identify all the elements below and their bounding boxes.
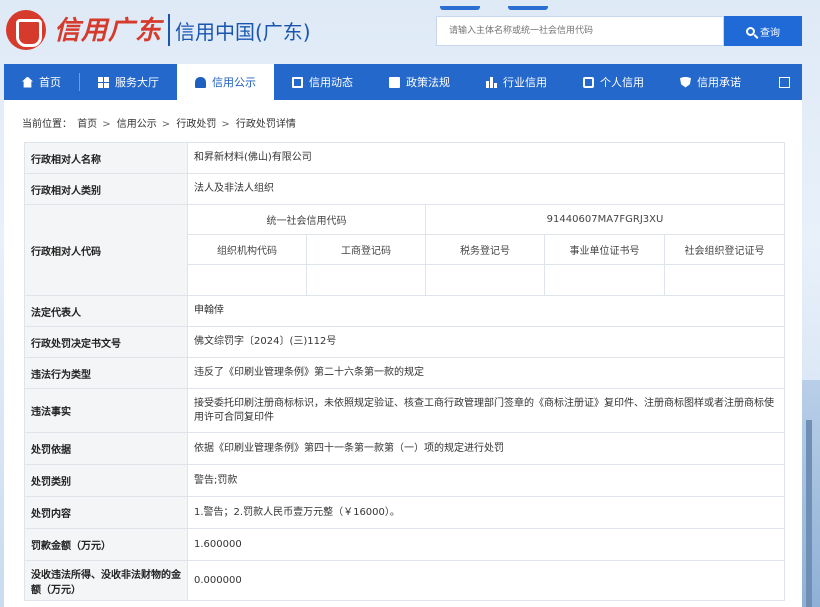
breadcrumb-current: 行政处罚详情 (235, 119, 296, 130)
institution-cert-header: 事业单位证书号 (544, 234, 665, 265)
nav-item-label: 信用动态 (309, 76, 353, 89)
content-label: 处罚内容 (24, 496, 188, 529)
nav-item-service-hall[interactable]: 服务大厅 (80, 64, 177, 100)
tax-reg-header: 税务登记号 (425, 234, 545, 265)
uscc-value: 91440607MA7FGRJ3XU (424, 204, 786, 235)
breadcrumb-prefix: 当前位置： (22, 119, 72, 130)
table-row: 违法行为类型 违反了《印刷业管理条例》第二十六条第一款的规定 (24, 357, 786, 389)
nav-item-personal-credit[interactable]: 个人信用 (565, 64, 662, 100)
basis-label: 处罚依据 (24, 432, 188, 465)
social-org-header: 社会组织登记证号 (663, 234, 786, 265)
search-input[interactable] (436, 16, 724, 46)
basis-value: 依据《印刷业管理条例》第四十一条第一款第（一）项的规定进行处罚 (186, 432, 786, 465)
nav-item-policies[interactable]: 政策法规 (371, 64, 468, 100)
nav-item-label: 首页 (39, 76, 61, 89)
table-row: 罚款金额（万元） 1.600000 (24, 528, 786, 561)
breadcrumb-separator: > (161, 119, 171, 130)
org-code-header: 组织机构代码 (187, 234, 307, 265)
nav-item-label: 个人信用 (600, 76, 644, 89)
legal-rep-label: 法定代表人 (24, 295, 188, 327)
nav-item-credit-disclosure[interactable]: 信用公示 (177, 64, 274, 100)
search-button[interactable]: 查询 (724, 16, 802, 46)
org-code-value (187, 264, 307, 296)
background-scenery (802, 380, 820, 607)
breadcrumb-separator: > (102, 119, 111, 130)
table-row: 处罚类别 警告;罚款 (24, 464, 786, 497)
nav-item-credit-commitment[interactable]: 信用承诺 (662, 64, 759, 100)
institution-cert-value (544, 264, 665, 296)
party-name-label: 行政相对人名称 (24, 142, 188, 174)
book-icon (389, 76, 400, 88)
person-icon (583, 76, 594, 88)
search-button-label: 查询 (760, 27, 780, 39)
credit-guangdong-logo-icon[interactable] (6, 10, 46, 50)
table-row: 没收违法所得、没收非法财物的金额（万元） 0.000000 (24, 560, 786, 601)
business-reg-header: 工商登记码 (306, 234, 426, 265)
table-row: 行政相对人名称 和昇新材料(佛山)有限公司 (24, 142, 786, 174)
category-label: 处罚类别 (24, 464, 188, 497)
social-org-value (663, 264, 786, 296)
confiscation-label: 没收违法所得、没收非法财物的金额（万元） (24, 560, 188, 601)
site-title[interactable]: 信用中国(广东) (175, 16, 311, 45)
site-header: 信用广东 信用中国(广东) 查询 (0, 0, 820, 62)
search-icon (746, 26, 755, 36)
detail-panel: 当前位置： 首页 > 信用公示 > 行政处罚 > 行政处罚详情 行政相对人名称 和昇新… (4, 100, 802, 607)
nav-item-label: 行业信用 (503, 76, 547, 89)
nav-item-home[interactable]: 首页 (4, 64, 79, 100)
violation-facts-value: 接受委托印刷注册商标标识，未依照规定验证、核查工商行政管理部门签章的《商标注册证… (186, 388, 786, 433)
tax-reg-value (425, 264, 545, 296)
nav-item-credit-news[interactable]: 信用动态 (274, 64, 371, 100)
bar-chart-icon (486, 76, 497, 88)
home-icon (22, 76, 33, 88)
table-row: 行政相对人代码 统一社会信用代码 91440607MA7FGRJ3XU (24, 204, 786, 296)
table-row: 处罚依据 依据《印刷业管理条例》第四十一条第一款第（一）项的规定进行处罚 (24, 432, 786, 465)
breadcrumb-separator: > (221, 119, 230, 130)
penalty-detail-table: 行政相对人名称 和昇新材料(佛山)有限公司 行政相对人类别 法人及非法人组织 行… (24, 142, 786, 601)
party-code-label: 行政相对人代码 (24, 204, 188, 296)
table-row: 违法事实 接受委托印刷注册商标标识，未依照规定验证、核查工商行政管理部门签章的《… (24, 388, 786, 433)
party-type-label: 行政相对人类别 (24, 173, 188, 205)
party-name-value: 和昇新材料(佛山)有限公司 (186, 142, 786, 174)
decision-no-value: 佛文综罚字〔2024〕(三)112号 (186, 326, 786, 358)
bell-icon (195, 76, 206, 88)
top-decoration (440, 0, 640, 23)
legal-rep-value: 申翰倖 (186, 295, 786, 327)
violation-type-value: 违反了《印刷业管理条例》第二十六条第一款的规定 (186, 357, 786, 389)
logo-script-text[interactable]: 信用广东 (54, 10, 162, 47)
table-row: 处罚内容 1.警告；2.罚款人民币壹万元整（￥16000）。 (24, 496, 786, 529)
business-reg-value (306, 264, 426, 296)
grid-icon (98, 76, 109, 88)
violation-facts-label: 违法事实 (24, 388, 188, 433)
nav-item-label: 信用承诺 (697, 76, 741, 89)
nav-item-industry-credit[interactable]: 行业信用 (468, 64, 565, 100)
breadcrumb-penalty-link[interactable]: 行政处罚 (176, 119, 216, 130)
expand-icon (779, 76, 790, 88)
shield-icon (680, 76, 691, 88)
breadcrumb-home-link[interactable]: 首页 (77, 119, 97, 130)
nav-item-label: 服务大厅 (115, 76, 159, 89)
table-row: 行政相对人类别 法人及非法人组织 (24, 173, 786, 205)
nav-expand-button[interactable] (767, 64, 802, 100)
main-nav: 首页 服务大厅 信用公示 信用动态 政策法规 行业信用 个人信用 信用承诺 (4, 64, 802, 100)
logo-divider (168, 14, 170, 46)
table-row: 法定代表人 申翰倖 (24, 295, 786, 327)
fine-amount-label: 罚款金额（万元） (24, 528, 188, 561)
breadcrumb: 当前位置： 首页 > 信用公示 > 行政处罚 > 行政处罚详情 (22, 115, 298, 130)
nav-item-label: 信用公示 (212, 76, 256, 89)
party-type-value: 法人及非法人组织 (186, 173, 786, 205)
confiscation-value: 0.000000 (186, 560, 786, 601)
content-value: 1.警告；2.罚款人民币壹万元整（￥16000）。 (186, 496, 786, 529)
breadcrumb-disclosure-link[interactable]: 信用公示 (117, 119, 157, 130)
table-row: 行政处罚决定书文号 佛文综罚字〔2024〕(三)112号 (24, 326, 786, 358)
nav-item-label: 政策法规 (406, 76, 450, 89)
violation-type-label: 违法行为类型 (24, 357, 188, 389)
fine-amount-value: 1.600000 (186, 528, 786, 561)
uscc-header: 统一社会信用代码 (187, 204, 426, 235)
category-value: 警告;罚款 (186, 464, 786, 497)
document-icon (292, 76, 303, 88)
decision-no-label: 行政处罚决定书文号 (24, 326, 188, 358)
